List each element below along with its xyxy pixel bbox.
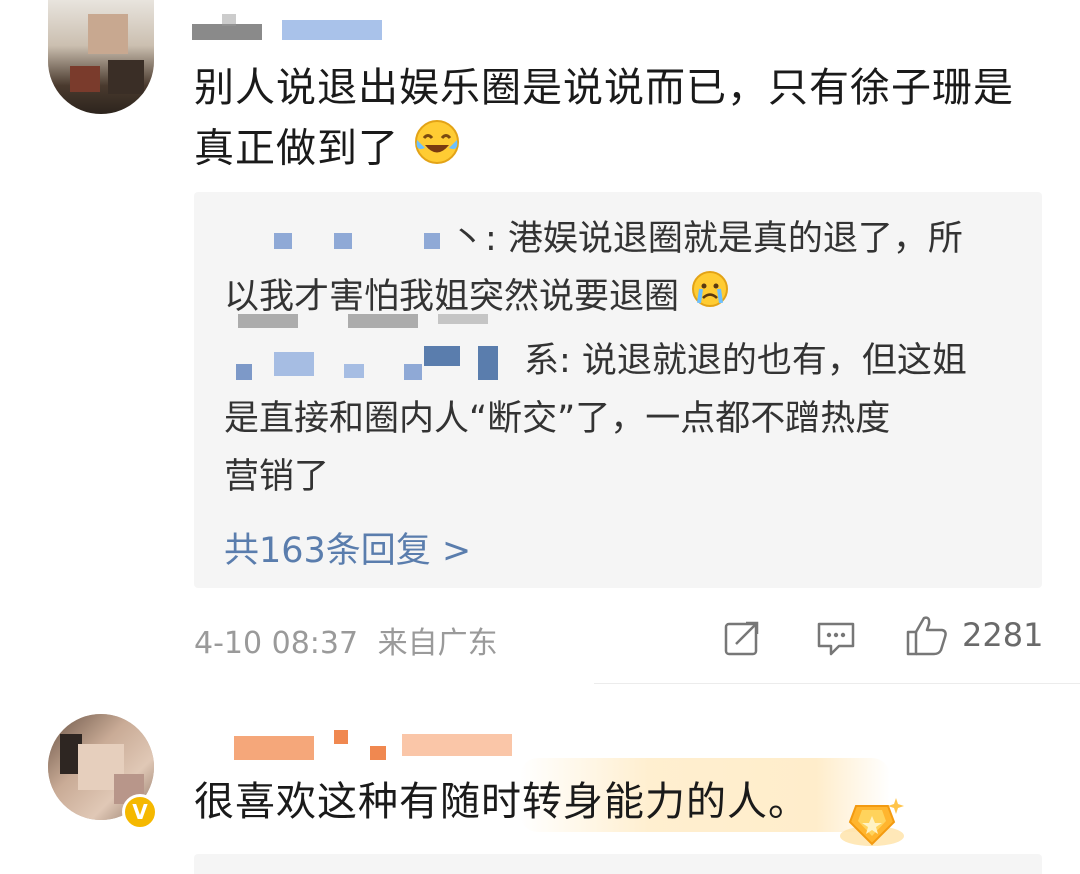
reply-box: 丶: 港娱说退圈就是真的退了，所 以我才害怕我姐突然说要退圈 系: 说退就退的也… bbox=[194, 192, 1042, 588]
reply-text-line1: 系: 说退就退的也有，但这姐 bbox=[524, 341, 967, 381]
like-count: 2281 bbox=[962, 616, 1044, 654]
reply-text-line2: 以我才害怕我姐突然说要退圈 bbox=[224, 277, 680, 317]
divider bbox=[594, 683, 1080, 684]
fan-badge-icon bbox=[836, 792, 908, 852]
comment-body: 别人说退出娱乐圈是说说而已，只有徐子珊是 真正做到了 bbox=[194, 58, 1054, 183]
timestamp: 4-10 08:37 bbox=[194, 626, 359, 661]
reply-text-line2: 是直接和圈内人“断交”了，一点都不蹭热度 bbox=[224, 399, 891, 439]
laugh-cry-emoji-icon bbox=[413, 118, 461, 183]
comment-text-line1: 别人说退出娱乐圈是说说而已，只有徐子珊是 bbox=[194, 65, 1014, 111]
blurred-strip bbox=[238, 314, 498, 330]
comment-button[interactable] bbox=[812, 614, 860, 662]
share-icon bbox=[724, 621, 759, 656]
comment-body: 很喜欢这种有随时转身能力的人。 bbox=[194, 772, 809, 832]
comment-text: 很喜欢这种有随时转身能力的人。 bbox=[194, 779, 809, 825]
comment-icon bbox=[817, 622, 855, 656]
reply-item[interactable]: 系: 说退就退的也有，但这姐 是直接和圈内人“断交”了，一点都不蹭热度 营销了 bbox=[224, 332, 1024, 506]
username-blurred[interactable] bbox=[192, 14, 392, 42]
location: 来自广东 bbox=[377, 626, 498, 661]
comment-meta: 4-10 08:37 来自广东 bbox=[194, 618, 498, 662]
reply-item[interactable]: 丶: 港娱说退圈就是真的退了，所 以我才害怕我姐突然说要退圈 bbox=[224, 210, 1024, 327]
verified-badge: V bbox=[122, 794, 158, 830]
reply-username-blurred[interactable] bbox=[224, 342, 524, 382]
user-avatar[interactable] bbox=[48, 0, 154, 114]
share-button[interactable] bbox=[718, 614, 766, 662]
comment-text-line2: 真正做到了 bbox=[194, 125, 399, 172]
reply-box bbox=[194, 854, 1042, 874]
crying-emoji-icon bbox=[690, 269, 730, 327]
like-button[interactable]: 2281 bbox=[904, 612, 1043, 658]
thumbs-up-icon bbox=[906, 616, 947, 656]
more-replies-link[interactable]: 共163条回复 > bbox=[224, 522, 471, 573]
reply-text-line3: 营销了 bbox=[224, 457, 330, 497]
reply-text-line1: 丶: 港娱说退圈就是真的退了，所 bbox=[450, 219, 963, 259]
username-blurred[interactable] bbox=[234, 730, 524, 766]
reply-username-blurred[interactable] bbox=[224, 225, 450, 255]
